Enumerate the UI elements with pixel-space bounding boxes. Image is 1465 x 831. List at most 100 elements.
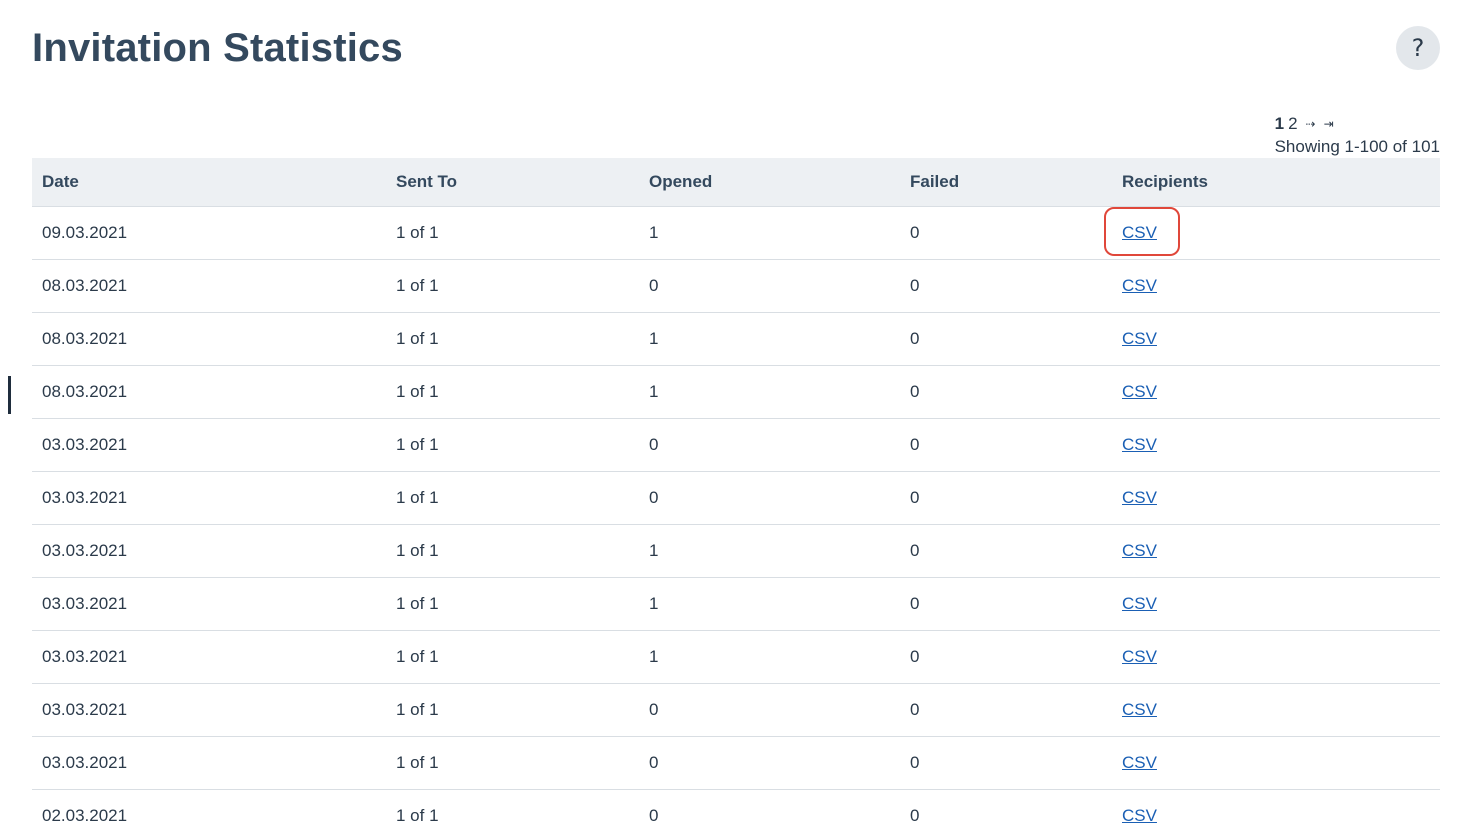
csv-download-link[interactable]: CSV (1122, 806, 1157, 825)
cell-opened: 1 (639, 206, 900, 260)
cell-sent-to: 1 of 1 (386, 471, 639, 525)
cell-failed: 0 (900, 471, 1112, 525)
table-row: 03.03.2021 1 of 1 0 0 CSV (32, 471, 1440, 525)
cell-failed: 0 (900, 206, 1112, 260)
cell-failed: 0 (900, 524, 1112, 578)
cell-sent-to: 1 of 1 (386, 206, 639, 260)
cell-failed: 0 (900, 577, 1112, 631)
cell-recipients: CSV (1112, 577, 1440, 631)
cell-date: 03.03.2021 (32, 577, 386, 631)
table-row: 02.03.2021 1 of 1 0 0 CSV (32, 789, 1440, 831)
cell-recipients: CSV (1112, 471, 1440, 525)
cell-recipients: CSV (1112, 789, 1440, 831)
cell-failed: 0 (900, 312, 1112, 366)
invitation-statistics-page: Invitation Statistics ? 1 2 ⇢ ⇥ Showing … (0, 0, 1465, 831)
page-title: Invitation Statistics (32, 26, 403, 70)
cell-recipients: CSV (1112, 630, 1440, 684)
table-row: 03.03.2021 1 of 1 0 0 CSV (32, 736, 1440, 790)
cell-date: 03.03.2021 (32, 524, 386, 578)
cell-opened: 1 (639, 577, 900, 631)
table-row: 03.03.2021 1 of 1 1 0 CSV (32, 577, 1440, 631)
cell-recipients: CSV (1112, 365, 1440, 419)
cell-sent-to: 1 of 1 (386, 736, 639, 790)
cell-failed: 0 (900, 365, 1112, 419)
cell-failed: 0 (900, 630, 1112, 684)
table-row: 03.03.2021 1 of 1 1 0 CSV (32, 630, 1440, 684)
cell-sent-to: 1 of 1 (386, 577, 639, 631)
csv-download-link[interactable]: CSV (1122, 488, 1157, 507)
csv-download-link[interactable]: CSV (1122, 276, 1157, 295)
cell-opened: 1 (639, 524, 900, 578)
csv-download-link[interactable]: CSV (1122, 541, 1157, 560)
page-2-link[interactable]: 2 (1288, 114, 1297, 134)
cell-opened: 0 (639, 736, 900, 790)
cell-recipients: CSV (1112, 312, 1440, 366)
cell-sent-to: 1 of 1 (386, 789, 639, 831)
cell-failed: 0 (900, 259, 1112, 313)
cell-date: 03.03.2021 (32, 630, 386, 684)
cell-failed: 0 (900, 736, 1112, 790)
cell-date: 03.03.2021 (32, 736, 386, 790)
invitation-stats-table: Date Sent To Opened Failed Recipients 09… (32, 158, 1440, 831)
table-row: 08.03.2021 1 of 1 1 0 CSV (32, 365, 1440, 419)
table-body: 09.03.2021 1 of 1 1 0 CSV 08.03.2021 1 of 100C… (32, 206, 1440, 831)
csv-download-link[interactable]: CSV (1122, 594, 1157, 613)
cell-opened: 0 (639, 259, 900, 313)
csv-download-link[interactable]: CSV (1122, 435, 1157, 454)
cell-opened: 1 (639, 365, 900, 419)
cell-recipients: CSV (1112, 683, 1440, 737)
text-cursor-marker (8, 376, 11, 414)
column-header-sent-to: Sent To (386, 158, 639, 207)
cell-sent-to: 1 of 1 (386, 630, 639, 684)
cell-date: 03.03.2021 (32, 471, 386, 525)
cell-date: 03.03.2021 (32, 683, 386, 737)
column-header-date: Date (32, 158, 386, 207)
cell-date: 02.03.2021 (32, 789, 386, 831)
table-row: 08.03.2021 1 of 1 1 0 CSV (32, 312, 1440, 366)
table-row: 03.03.2021 1 of 1 1 0 CSV (32, 524, 1440, 578)
csv-download-link[interactable]: CSV (1122, 382, 1157, 401)
cell-opened: 0 (639, 789, 900, 831)
cell-failed: 0 (900, 683, 1112, 737)
cell-opened: 0 (639, 683, 900, 737)
column-header-recipients: Recipients (1112, 158, 1440, 207)
help-button[interactable]: ? (1396, 26, 1440, 70)
table-row: 08.03.2021 1 of 1 0 0 CSV (32, 259, 1440, 313)
cell-opened: 1 (639, 312, 900, 366)
cell-sent-to: 1 of 1 (386, 259, 639, 313)
cell-recipients: CSV (1112, 206, 1440, 260)
table-row: 09.03.2021 1 of 1 1 0 CSV (32, 206, 1440, 260)
csv-download-link[interactable]: CSV (1122, 223, 1157, 242)
csv-download-link[interactable]: CSV (1122, 329, 1157, 348)
table-header-row: Date Sent To Opened Failed Recipients (32, 158, 1440, 207)
next-page-arrow-icon[interactable]: ⇢ (1306, 114, 1316, 134)
cell-recipients: CSV (1112, 736, 1440, 790)
pagination-summary: Showing 1-100 of 101 (1274, 137, 1440, 156)
column-header-opened: Opened (639, 158, 900, 207)
cell-date: 03.03.2021 (32, 418, 386, 472)
cell-date: 08.03.2021 (32, 259, 386, 313)
column-header-failed: Failed (900, 158, 1112, 207)
last-page-arrow-icon[interactable]: ⇥ (1324, 114, 1334, 134)
pagination: 1 2 ⇢ ⇥ Showing 1-100 of 101 (1275, 114, 1440, 158)
cell-recipients: CSV (1112, 418, 1440, 472)
cell-sent-to: 1 of 1 (386, 683, 639, 737)
table-row: 03.03.2021 1 of 1 0 0 CSV (32, 418, 1440, 472)
pagination-links: 1 2 ⇢ ⇥ (1275, 114, 1440, 134)
cell-sent-to: 1 of 1 (386, 524, 639, 578)
cell-sent-to: 1 of 1 (386, 312, 639, 366)
question-icon: ? (1411, 34, 1425, 62)
cell-opened: 0 (639, 471, 900, 525)
csv-download-link[interactable]: CSV (1122, 647, 1157, 666)
cell-opened: 0 (639, 418, 900, 472)
cell-opened: 1 (639, 630, 900, 684)
cell-date: 08.03.2021 (32, 312, 386, 366)
cell-sent-to: 1 of 1 (386, 365, 639, 419)
table-row: 03.03.2021 1 of 1 0 0 CSV (32, 683, 1440, 737)
csv-download-link[interactable]: CSV (1122, 700, 1157, 719)
page-1-current: 1 (1274, 114, 1285, 133)
csv-download-link[interactable]: CSV (1122, 753, 1157, 772)
cell-recipients: CSV (1112, 259, 1440, 313)
cell-sent-to: 1 of 1 (386, 418, 639, 472)
cell-date: 08.03.2021 (32, 365, 386, 419)
